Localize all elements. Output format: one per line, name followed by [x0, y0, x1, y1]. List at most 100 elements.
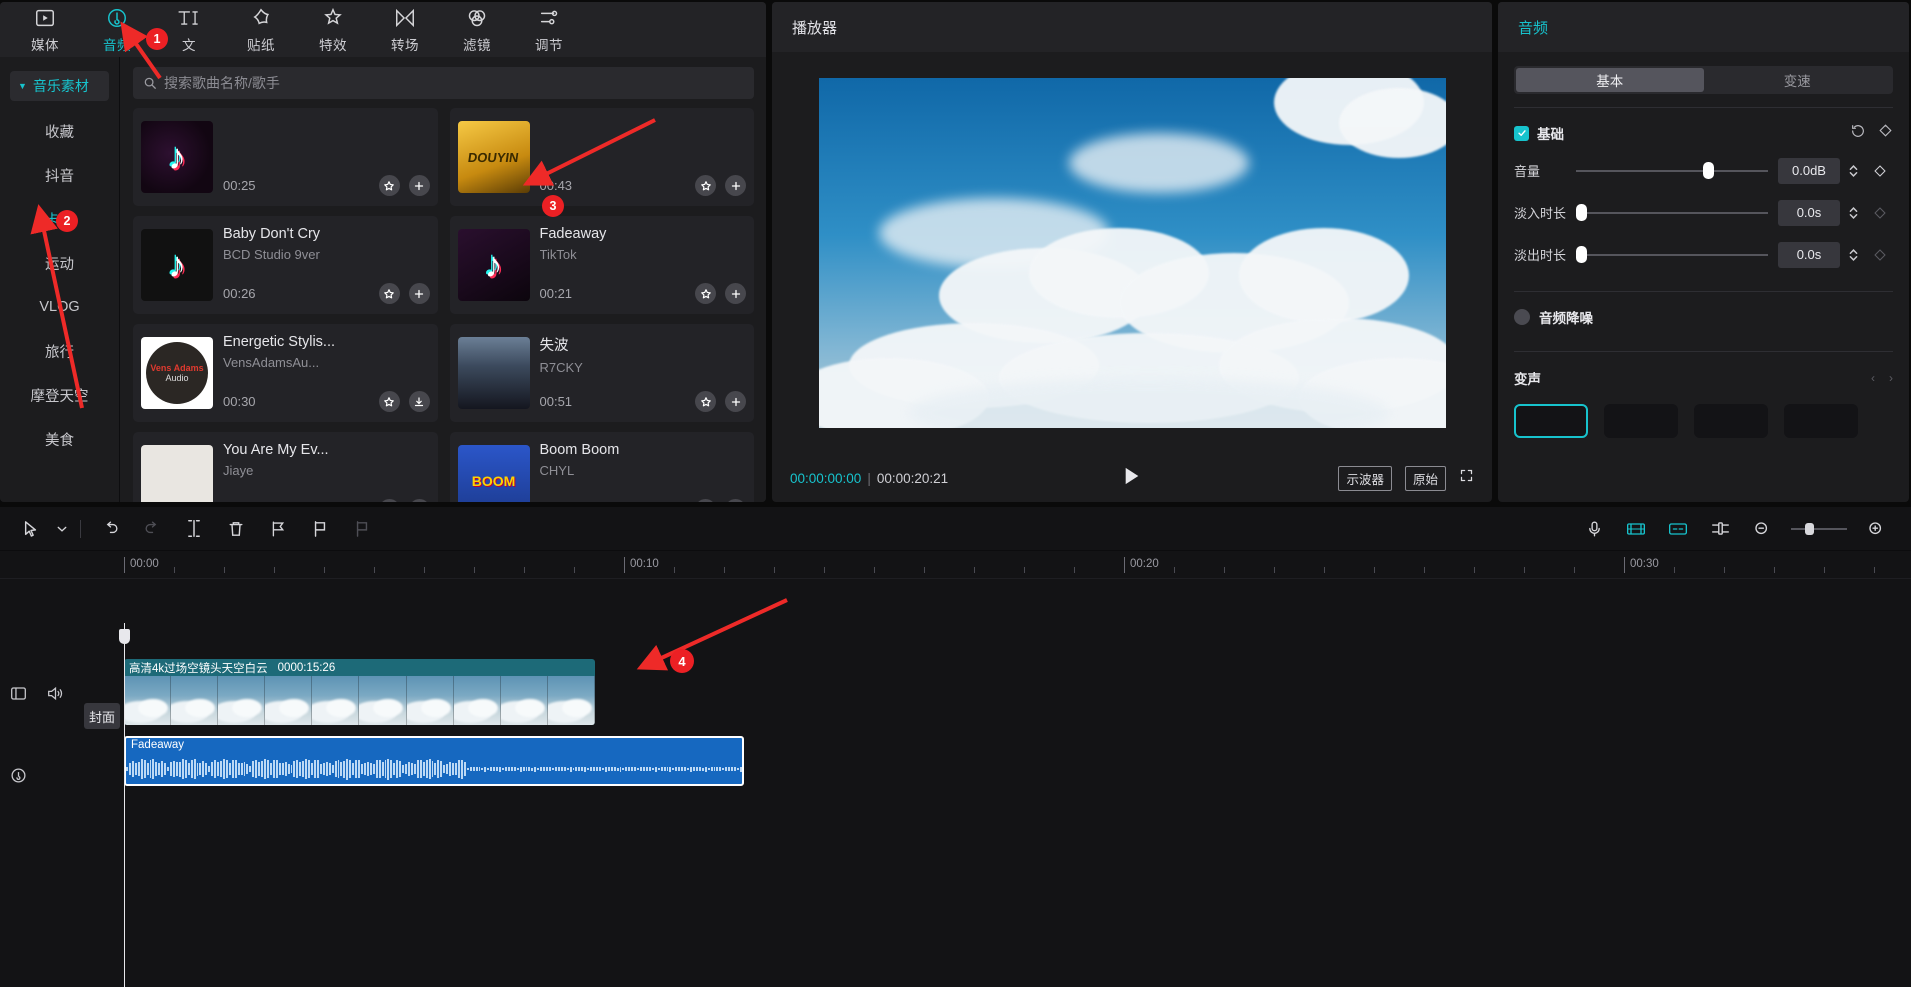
search-input[interactable] — [164, 75, 744, 91]
audio-track-icon[interactable] — [10, 767, 27, 789]
add-plus-icon[interactable] — [409, 283, 430, 304]
sidebar-item-modernsky[interactable]: 摩登天空 — [0, 373, 119, 417]
undo-icon[interactable] — [89, 509, 131, 549]
song-card[interactable]: ♪ 00:25 — [133, 108, 438, 206]
tab-sticker[interactable]: 贴纸 — [230, 4, 292, 56]
zoom-slider[interactable] — [1791, 528, 1847, 530]
tab-speed[interactable]: 变速 — [1704, 68, 1892, 92]
favorite-star-icon[interactable] — [379, 499, 400, 502]
sidebar-item-sports[interactable]: 运动 — [0, 241, 119, 285]
favorite-star-icon[interactable] — [379, 283, 400, 304]
keyframe-icon[interactable] — [1878, 123, 1893, 143]
volume-value[interactable]: 0.0dB — [1778, 158, 1840, 184]
mix-icon[interactable] — [1699, 509, 1741, 549]
add-plus-icon[interactable] — [409, 175, 430, 196]
timeline-ruler[interactable]: 00:00 00:10 00:20 00:30 — [0, 551, 1911, 579]
video-clip[interactable]: 高清4k过场空镜头天空白云 0000:15:26 — [124, 659, 595, 725]
tab-basic[interactable]: 基本 — [1516, 68, 1704, 92]
fadeout-slider[interactable] — [1576, 245, 1768, 265]
volume-stepper[interactable] — [1845, 163, 1861, 179]
voice-preset[interactable] — [1784, 404, 1858, 438]
chevron-right-icon[interactable]: › — [1889, 371, 1893, 385]
add-plus-icon[interactable] — [725, 175, 746, 196]
favorite-star-icon[interactable] — [695, 499, 716, 502]
flag-icon[interactable] — [299, 509, 341, 549]
search-bar[interactable] — [133, 67, 754, 99]
fadein-slider[interactable] — [1576, 203, 1768, 223]
cursor-icon[interactable] — [10, 509, 52, 549]
voice-preset[interactable] — [1694, 404, 1768, 438]
volume-keyframe-icon[interactable] — [1867, 164, 1893, 178]
tab-effects[interactable]: 特效 — [302, 4, 364, 56]
song-card[interactable]: 失波 R7CKY 00:51 — [450, 324, 755, 422]
denoise-toggle[interactable] — [1514, 309, 1530, 325]
basic-checkbox[interactable] — [1514, 126, 1529, 141]
download-icon[interactable] — [409, 499, 430, 502]
trim-left-icon[interactable] — [257, 509, 299, 549]
song-card[interactable]: Vens Adams Audio Energetic Stylis... Ven… — [133, 324, 438, 422]
song-card[interactable]: BOOM Boom Boom CHYL — [450, 432, 755, 502]
tab-filter[interactable]: 滤镜 — [446, 4, 508, 56]
play-icon[interactable] — [1123, 466, 1141, 491]
download-icon[interactable] — [409, 391, 430, 412]
video-preview[interactable] — [819, 78, 1446, 428]
flag-outline-icon[interactable] — [341, 509, 383, 549]
favorite-star-icon[interactable] — [695, 283, 716, 304]
filmstrip-icon[interactable] — [1615, 509, 1657, 549]
split-icon[interactable] — [173, 509, 215, 549]
add-plus-icon[interactable] — [725, 391, 746, 412]
slider-thumb[interactable] — [1576, 204, 1587, 221]
tab-media[interactable]: 媒体 — [14, 4, 76, 56]
tab-text[interactable]: 文 — [158, 4, 220, 56]
sidebar-item-douyin[interactable]: 抖音 — [0, 153, 119, 197]
volume-slider[interactable] — [1576, 161, 1768, 181]
chevron-down-icon[interactable] — [52, 509, 72, 549]
fadein-value[interactable]: 0.0s — [1778, 200, 1840, 226]
reset-icon[interactable] — [1850, 123, 1866, 144]
original-quality-button[interactable]: 原始 — [1405, 466, 1446, 491]
mic-icon[interactable] — [1573, 509, 1615, 549]
sidebar-item-vlog[interactable]: VLOG — [0, 285, 119, 329]
cover-button[interactable]: 封面 — [84, 703, 120, 729]
song-card[interactable]: ♪ Baby Don't Cry BCD Studio 9ver 00:26 — [133, 216, 438, 314]
mute-speaker-icon[interactable] — [46, 685, 65, 707]
playhead-handle[interactable] — [119, 629, 130, 644]
tab-transition[interactable]: 转场 — [374, 4, 436, 56]
redo-icon[interactable] — [131, 509, 173, 549]
zoom-slider-thumb[interactable] — [1805, 523, 1814, 535]
tab-audio[interactable]: 音频 — [86, 4, 148, 56]
sidebar-item-food[interactable]: 美食 — [0, 417, 119, 461]
fadeout-stepper[interactable] — [1845, 247, 1861, 263]
playhead[interactable] — [124, 623, 125, 987]
favorite-star-icon[interactable] — [695, 175, 716, 196]
voice-preset[interactable] — [1604, 404, 1678, 438]
scope-button[interactable]: 示波器 — [1338, 466, 1392, 491]
fullscreen-icon[interactable] — [1459, 468, 1474, 488]
tab-adjust[interactable]: 调节 — [518, 4, 580, 56]
fadeout-value[interactable]: 0.0s — [1778, 242, 1840, 268]
favorite-star-icon[interactable] — [379, 391, 400, 412]
add-plus-icon[interactable] — [725, 499, 746, 502]
sidebar-item-favorites[interactable]: 收藏 — [0, 109, 119, 153]
audio-clip[interactable]: Fadeaway — [124, 736, 744, 786]
slider-thumb[interactable] — [1576, 246, 1587, 263]
song-card[interactable]: DOUYIN 00:43 — [450, 108, 755, 206]
fadein-keyframe-icon[interactable] — [1867, 206, 1893, 220]
sidebar-root-music[interactable]: ▼ 音乐素材 — [10, 71, 109, 101]
chevron-left-icon[interactable]: ‹ — [1871, 371, 1875, 385]
trash-icon[interactable] — [215, 509, 257, 549]
voice-preset-selected[interactable] — [1514, 404, 1588, 438]
favorite-star-icon[interactable] — [695, 391, 716, 412]
favorite-star-icon[interactable] — [379, 175, 400, 196]
add-plus-icon[interactable] — [725, 283, 746, 304]
song-card-fadeaway[interactable]: ♪ Fadeaway TikTok 00:21 — [450, 216, 755, 314]
fadein-stepper[interactable] — [1845, 205, 1861, 221]
caption-icon[interactable] — [1657, 509, 1699, 549]
zoom-in-icon[interactable] — [1855, 509, 1897, 549]
sidebar-item-travel[interactable]: 旅行 — [0, 329, 119, 373]
zoom-out-icon[interactable] — [1741, 509, 1783, 549]
song-card[interactable]: You Are My Ev... Jiaye — [133, 432, 438, 502]
slider-thumb[interactable] — [1703, 162, 1714, 179]
fadeout-keyframe-icon[interactable] — [1867, 248, 1893, 262]
video-track-toggle-icon[interactable] — [10, 685, 27, 707]
